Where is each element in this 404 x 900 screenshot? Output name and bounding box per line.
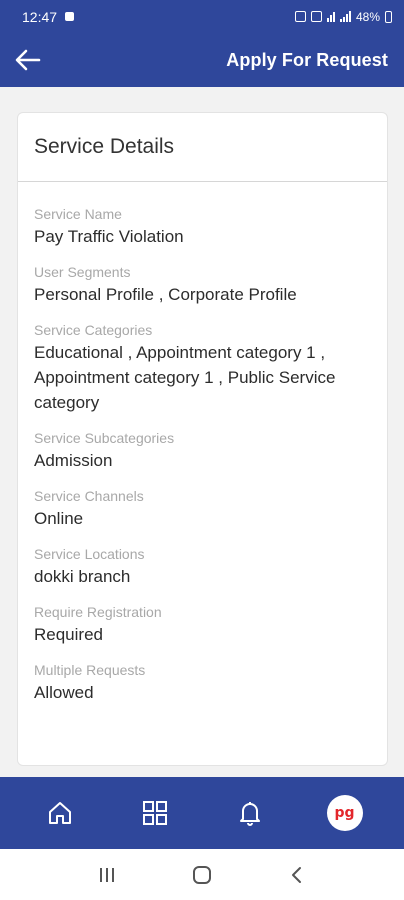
- alarm-icon: [294, 11, 306, 22]
- battery-icon: [385, 10, 392, 23]
- home-circle-icon: [192, 865, 211, 884]
- field-service-channels: Service Channels Online: [34, 486, 371, 531]
- service-details-card: Service Details Service Name Pay Traffic…: [17, 112, 388, 766]
- messenger-icon: [65, 12, 75, 21]
- card-header: Service Details: [18, 113, 387, 182]
- field-label: Service Channels: [34, 488, 144, 504]
- field-value: Required: [34, 625, 103, 644]
- recent-apps-button[interactable]: [87, 855, 127, 895]
- field-label: Multiple Requests: [34, 662, 146, 678]
- field-value: dokki branch: [34, 567, 131, 586]
- back-chevron-icon: [291, 866, 301, 883]
- field-label: Service Locations: [34, 546, 145, 562]
- back-button[interactable]: [14, 46, 42, 74]
- volte-icon: [326, 11, 335, 22]
- nav-profile[interactable]: pg: [321, 789, 369, 837]
- home-system-button[interactable]: [182, 855, 222, 895]
- field-label: Service Name: [34, 206, 122, 222]
- status-left: 12:47: [22, 8, 75, 25]
- field-label: Service Subcategories: [34, 430, 175, 446]
- field-label: Service Categories: [34, 322, 153, 338]
- status-bar: 12:47 48%: [0, 0, 404, 33]
- field-label: Require Registration: [34, 604, 162, 620]
- field-value: Pay Traffic Violation: [34, 227, 184, 246]
- battery-percent: 48%: [355, 9, 380, 24]
- field-service-categories: Service Categories Educational , Appoint…: [34, 320, 371, 415]
- nav-notifications[interactable]: [226, 789, 274, 837]
- back-system-button[interactable]: [277, 855, 317, 895]
- field-value: Online: [34, 509, 84, 528]
- field-value: Educational , Appointment category 1 , A…: [34, 343, 336, 412]
- arrow-left-icon: [15, 49, 41, 71]
- field-multiple-requests: Multiple Requests Allowed: [34, 660, 371, 705]
- nfc-icon: [310, 11, 322, 22]
- field-service-locations: Service Locations dokki branch: [34, 544, 371, 589]
- status-right: 48%: [294, 9, 392, 24]
- signal-icon: [339, 11, 351, 22]
- app-bar: Apply For Request: [0, 33, 404, 87]
- nav-dashboard[interactable]: [131, 789, 179, 837]
- field-user-segments: User Segments Personal Profile , Corpora…: [34, 262, 371, 307]
- field-value: Allowed: [34, 683, 94, 702]
- bottom-nav: pg: [0, 777, 404, 849]
- card-title: Service Details: [34, 135, 175, 158]
- status-time: 12:47: [22, 8, 58, 25]
- card-body: Service Name Pay Traffic Violation User …: [18, 182, 387, 705]
- field-label: User Segments: [34, 264, 131, 280]
- field-service-name: Service Name Pay Traffic Violation: [34, 204, 371, 249]
- home-icon: [48, 802, 71, 824]
- profile-avatar: pg: [326, 795, 363, 831]
- page-title: Apply For Request: [226, 49, 388, 70]
- dashboard-icon: [142, 801, 167, 825]
- field-value: Admission: [34, 451, 113, 470]
- system-nav-bar: [0, 849, 404, 900]
- nav-home[interactable]: [36, 789, 84, 837]
- field-service-subcategories: Service Subcategories Admission: [34, 428, 371, 473]
- bell-icon: [239, 802, 260, 826]
- field-value: Personal Profile , Corporate Profile: [34, 285, 297, 304]
- field-require-registration: Require Registration Required: [34, 602, 371, 647]
- recent-apps-icon: [100, 867, 115, 882]
